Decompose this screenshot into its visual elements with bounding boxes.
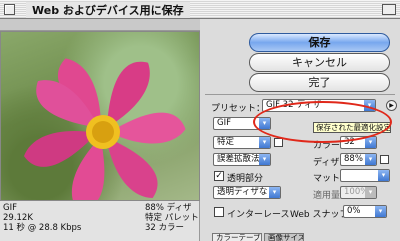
save-button[interactable]: 保存 xyxy=(249,33,390,52)
chevron-down-icon: ▾ xyxy=(259,137,270,148)
format-value: GIF xyxy=(217,118,231,128)
info-time: 11 秒 @ 28.8 Kbps xyxy=(3,223,82,233)
transparency-dither-value: 透明ディザなし xyxy=(217,187,276,197)
image-info-panel: GIF 29.12K 11 秒 @ 28.8 Kbps 88% ディザ 特定 パ… xyxy=(0,201,200,241)
matte-select[interactable]: ▾ xyxy=(340,169,390,182)
chevron-down-icon: ▾ xyxy=(378,170,389,181)
optimize-menu-icon[interactable]: ▶ xyxy=(386,100,397,111)
transparency-label: 透明部分 xyxy=(227,174,264,184)
dither-value: 88% xyxy=(344,154,363,164)
dither-algorithm-select[interactable]: 誤差拡散法 ▾ xyxy=(213,153,271,166)
chevron-down-icon: ▾ xyxy=(269,187,280,198)
window-title: Web およびデバイス用に保存 xyxy=(26,2,190,18)
interlace-checkbox[interactable] xyxy=(214,207,224,217)
reduction-value: 特定 xyxy=(217,137,235,147)
cosmos-photo xyxy=(1,32,199,200)
interlace-label: インターレース xyxy=(227,210,290,220)
amount-select: 100% ▾ xyxy=(340,186,377,199)
chevron-down-icon: ▾ xyxy=(365,187,376,198)
image-preview[interactable] xyxy=(0,31,200,201)
close-box[interactable] xyxy=(4,4,15,15)
chevron-down-icon: ▾ xyxy=(375,206,386,217)
color-lock-icon[interactable] xyxy=(274,138,283,147)
chevron-down-icon: ▾ xyxy=(365,154,376,165)
web-snap-value: 0% xyxy=(347,206,361,216)
dither-mask-icon[interactable] xyxy=(380,155,389,164)
tab-color-table[interactable]: カラーテーブル xyxy=(212,233,262,241)
bottom-tabs: カラーテーブル 画像サイズ xyxy=(210,233,400,241)
chevron-down-icon: ▾ xyxy=(259,154,270,165)
reduction-select[interactable]: 特定 ▾ xyxy=(213,136,271,149)
cancel-button[interactable]: キャンセル xyxy=(249,53,390,72)
info-colors: 32 カラー xyxy=(145,223,185,233)
info-size: 29.12K xyxy=(3,213,33,223)
window-titlebar[interactable]: Web およびデバイス用に保存 xyxy=(0,0,400,19)
info-format: GIF xyxy=(3,203,17,213)
transparency-checkbox[interactable]: ✓ xyxy=(214,171,224,181)
highlight-oval xyxy=(253,101,392,143)
info-palette: 特定 パレット xyxy=(145,213,199,223)
dither-algorithm-value: 誤差拡散法 xyxy=(217,154,260,164)
chevron-down-icon: ▾ xyxy=(365,137,376,148)
done-button[interactable]: 完了 xyxy=(249,73,390,92)
tab-image-size[interactable]: 画像サイズ xyxy=(264,233,304,241)
divider xyxy=(205,94,395,95)
dither-select[interactable]: 88% ▾ xyxy=(340,153,377,166)
collapse-icon[interactable] xyxy=(382,4,396,15)
preview-tabs xyxy=(0,19,200,31)
cosmos-flower-image xyxy=(23,58,186,200)
web-snap-select[interactable]: 0% ▾ xyxy=(343,205,387,218)
preset-label: プリセット： xyxy=(211,104,266,114)
transparency-dither-select[interactable]: 透明ディザなし ▾ xyxy=(213,186,281,199)
info-dither: 88% ディザ xyxy=(145,203,192,213)
